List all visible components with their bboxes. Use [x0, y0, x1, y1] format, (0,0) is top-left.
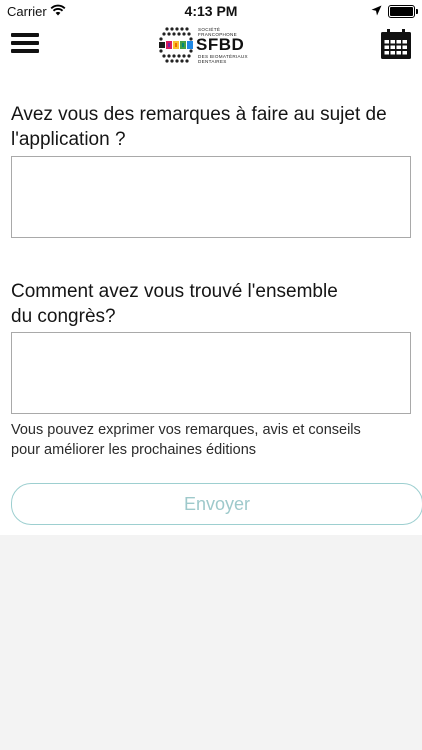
- question-congress-opinion: Comment avez vous trouvé l'ensemble du c…: [11, 281, 338, 327]
- calendar-icon[interactable]: [380, 28, 412, 65]
- send-button[interactable]: Envoyer: [11, 483, 422, 525]
- app-remarks-textarea[interactable]: [11, 156, 411, 238]
- sfbd-logo: SOCIÉTÉ FRANCOPHONE SFBD DES BIOMATÉRIAU…: [158, 24, 264, 66]
- status-bar: Carrier 4:13 PM: [0, 0, 422, 22]
- battery-icon: [388, 5, 418, 18]
- navigation-bar: SOCIÉTÉ FRANCOPHONE SFBD DES BIOMATÉRIAU…: [0, 22, 422, 68]
- logo-subtitle-bottom: DES BIOMATÉRIAUX DENTAIRES: [198, 54, 248, 64]
- question-app-remarks: Avez vous des remarques à faire au sujet…: [11, 104, 387, 150]
- logo-wordmark: SFBD: [196, 35, 245, 54]
- form-help-text: Vous pouvez exprimer vos remarques, avis…: [11, 422, 361, 458]
- location-arrow-icon: [371, 4, 382, 19]
- status-time: 4:13 PM: [184, 3, 238, 19]
- congress-opinion-textarea[interactable]: [11, 332, 411, 414]
- logo-mark-icon: [159, 27, 193, 63]
- hamburger-menu-icon[interactable]: [11, 32, 39, 54]
